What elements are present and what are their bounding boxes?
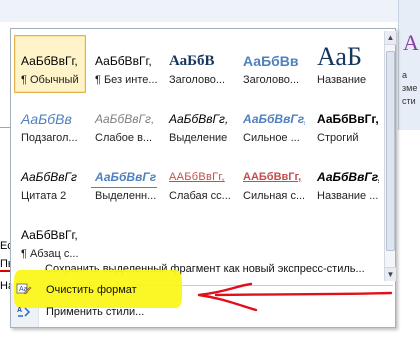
style-tile[interactable]: АаБбВвГг, Строгий bbox=[310, 93, 382, 151]
style-name: Название ... bbox=[317, 190, 379, 202]
style-name: Слабое в... bbox=[95, 132, 153, 144]
styles-gallery: АаБбВвГг, ¶ Обычный АаБбВвГг, ¶ Без инте...… bbox=[13, 31, 383, 281]
style-sample: АаБбВвГг, bbox=[317, 112, 379, 126]
style-sample: АаБбВв bbox=[243, 53, 299, 69]
style-tile[interactable]: АаБ Название bbox=[310, 35, 382, 93]
style-sample: АаБбВв bbox=[21, 111, 72, 127]
style-name: Строгий bbox=[317, 132, 359, 144]
style-sample: АаБбВвГг, bbox=[317, 170, 379, 184]
red-arrow-annotation bbox=[197, 282, 393, 312]
style-tile[interactable]: АаБбВвГг, ¶ Абзац с... bbox=[14, 209, 86, 267]
style-sample: ААБбВвГг, bbox=[169, 171, 225, 183]
apply-styles-label: Применить стили... bbox=[46, 306, 145, 318]
style-name: Сильная с... bbox=[243, 190, 305, 202]
style-tile[interactable]: АаБбВвГг, Сильное ... bbox=[236, 93, 308, 151]
style-name: ¶ Обычный bbox=[21, 74, 79, 86]
scrollbar-thumb[interactable] bbox=[386, 51, 395, 251]
style-name: Выделенн... bbox=[95, 190, 157, 202]
style-sample: АаБбВвГг bbox=[21, 170, 77, 184]
style-tile[interactable]: ААБбВвГг, Слабая сс... bbox=[162, 151, 234, 209]
style-tile[interactable]: АаБбВвГг, ¶ Обычный bbox=[14, 35, 86, 93]
style-sample: АаБбВвГг, bbox=[95, 54, 152, 68]
style-sample: АаБбВвГг, bbox=[95, 112, 155, 126]
scroll-up-icon[interactable]: ▲ bbox=[385, 31, 396, 45]
style-tile[interactable]: АаБбВвГг, ¶ Без инте... bbox=[88, 35, 160, 93]
style-sample: АаБбВ bbox=[169, 53, 215, 69]
style-sample: АаБбВвГг, bbox=[243, 112, 305, 126]
style-tile[interactable]: ААБбВвГг, Сильная с... bbox=[236, 151, 308, 209]
ribbon-background bbox=[0, 0, 420, 22]
style-tile[interactable]: АаБбВвГг Цитата 2 bbox=[14, 151, 86, 209]
style-sample: АаБбВвГг, bbox=[21, 54, 78, 68]
clear-formatting-icon: Aa bbox=[16, 282, 32, 298]
ribbon-fragment-text: зме bbox=[402, 83, 418, 93]
style-tile[interactable]: АаБбВв Заголово... bbox=[236, 35, 308, 93]
style-tile[interactable]: АаБбВвГг, Выделение bbox=[162, 93, 234, 151]
style-sample: АаБбВвГг bbox=[91, 166, 157, 188]
style-sample: ААБбВвГг, bbox=[243, 171, 302, 183]
style-sample: АаБ bbox=[317, 42, 362, 71]
style-name: ¶ Без инте... bbox=[95, 74, 157, 86]
style-sample: АаБбВвГг, bbox=[21, 228, 78, 242]
style-name: ¶ Абзац с... bbox=[21, 248, 79, 260]
gallery-scrollbar[interactable]: ▲ ▼ bbox=[384, 31, 396, 281]
style-name: Подзагол... bbox=[21, 132, 78, 144]
style-name: Цитата 2 bbox=[21, 190, 67, 202]
style-tile[interactable]: АаБбВв Подзагол... bbox=[14, 93, 86, 151]
ribbon-fragment-text: а bbox=[402, 70, 408, 80]
style-name: Заголово... bbox=[169, 74, 226, 86]
style-tile[interactable]: АаБбВвГг, Слабое в... bbox=[88, 93, 160, 151]
style-name: Заголово... bbox=[243, 74, 300, 86]
style-tile[interactable]: АаБбВвГг, Название ... bbox=[310, 151, 382, 209]
style-name: Название bbox=[317, 74, 367, 86]
style-name: Слабая сс... bbox=[169, 190, 231, 202]
style-sample: АаБбВвГг, bbox=[169, 112, 229, 126]
style-tile[interactable]: АаБбВвГг Выделенн... bbox=[88, 151, 160, 209]
ribbon-right-fragment: A а зме сти bbox=[398, 0, 420, 130]
style-name: Выделение bbox=[169, 132, 228, 144]
apply-styles-icon: A bbox=[16, 304, 32, 320]
change-styles-icon[interactable]: A bbox=[403, 30, 419, 56]
ribbon-fragment-text: сти bbox=[402, 96, 416, 106]
svg-text:A: A bbox=[17, 307, 22, 314]
style-tile[interactable]: АаБбВ Заголово... bbox=[162, 35, 234, 93]
clear-formatting-label: Очистить формат bbox=[46, 284, 137, 296]
style-name: Сильное ... bbox=[243, 132, 300, 144]
